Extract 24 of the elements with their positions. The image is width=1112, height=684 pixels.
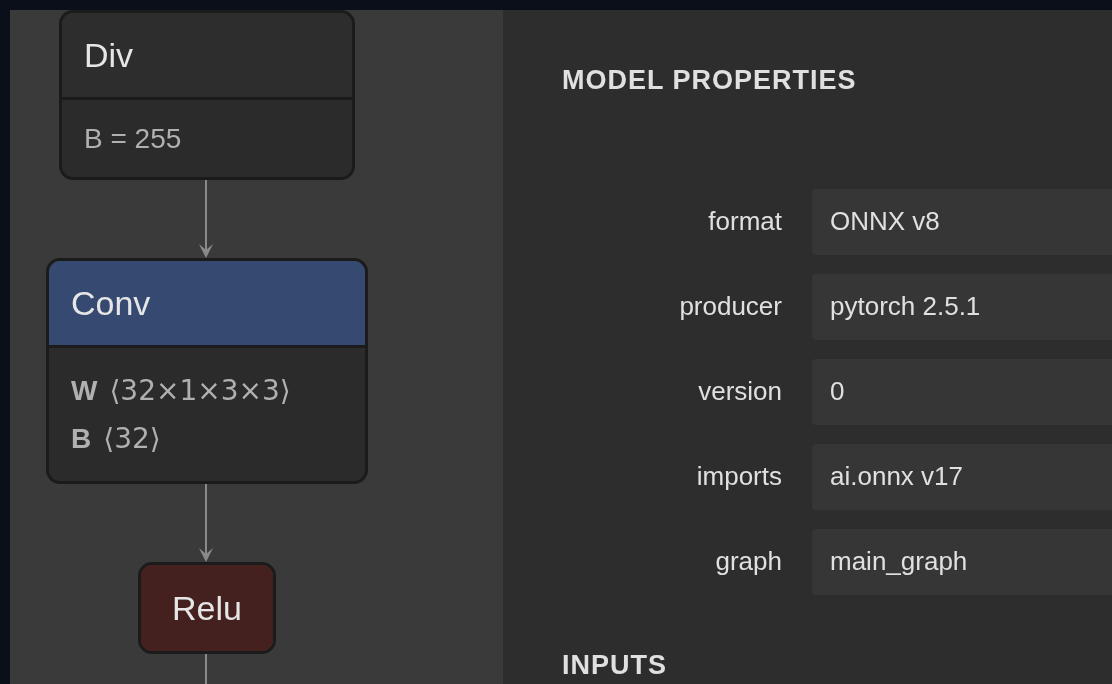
property-label: imports — [695, 460, 782, 493]
connector-line — [205, 654, 207, 684]
section-heading: INPUTS — [562, 648, 668, 682]
property-value: 0 — [812, 358, 1112, 425]
property-value: pytorch 2.5.1 — [812, 273, 1112, 340]
property-label: format — [707, 205, 782, 238]
attribute-value: ⟨32×1×3×3⟩ — [109, 376, 291, 405]
attribute-value: ⟨32⟩ — [103, 424, 161, 453]
attribute-name: W — [71, 376, 98, 405]
attribute-name: B — [71, 424, 92, 453]
property-label: graph — [714, 545, 782, 578]
node-title: Relu — [172, 587, 242, 629]
property-value: main_graph — [812, 528, 1112, 595]
graph-node[interactable]: Div B = 255 — [59, 10, 355, 180]
property-value: ONNX v8 — [812, 188, 1112, 255]
graph-node[interactable]: Relu — [138, 562, 276, 654]
property-value: ai.onnx v17 — [812, 443, 1112, 510]
graph-node[interactable]: Conv W ⟨32×1×3×3⟩ B ⟨32⟩ — [46, 258, 368, 484]
property-label: version — [697, 375, 782, 408]
node-attribute: B = 255 — [84, 124, 183, 153]
node-title: Conv — [71, 282, 151, 324]
property-label: producer — [678, 290, 782, 323]
section-heading: MODEL PROPERTIES — [562, 64, 858, 97]
node-title: Div — [84, 34, 134, 76]
